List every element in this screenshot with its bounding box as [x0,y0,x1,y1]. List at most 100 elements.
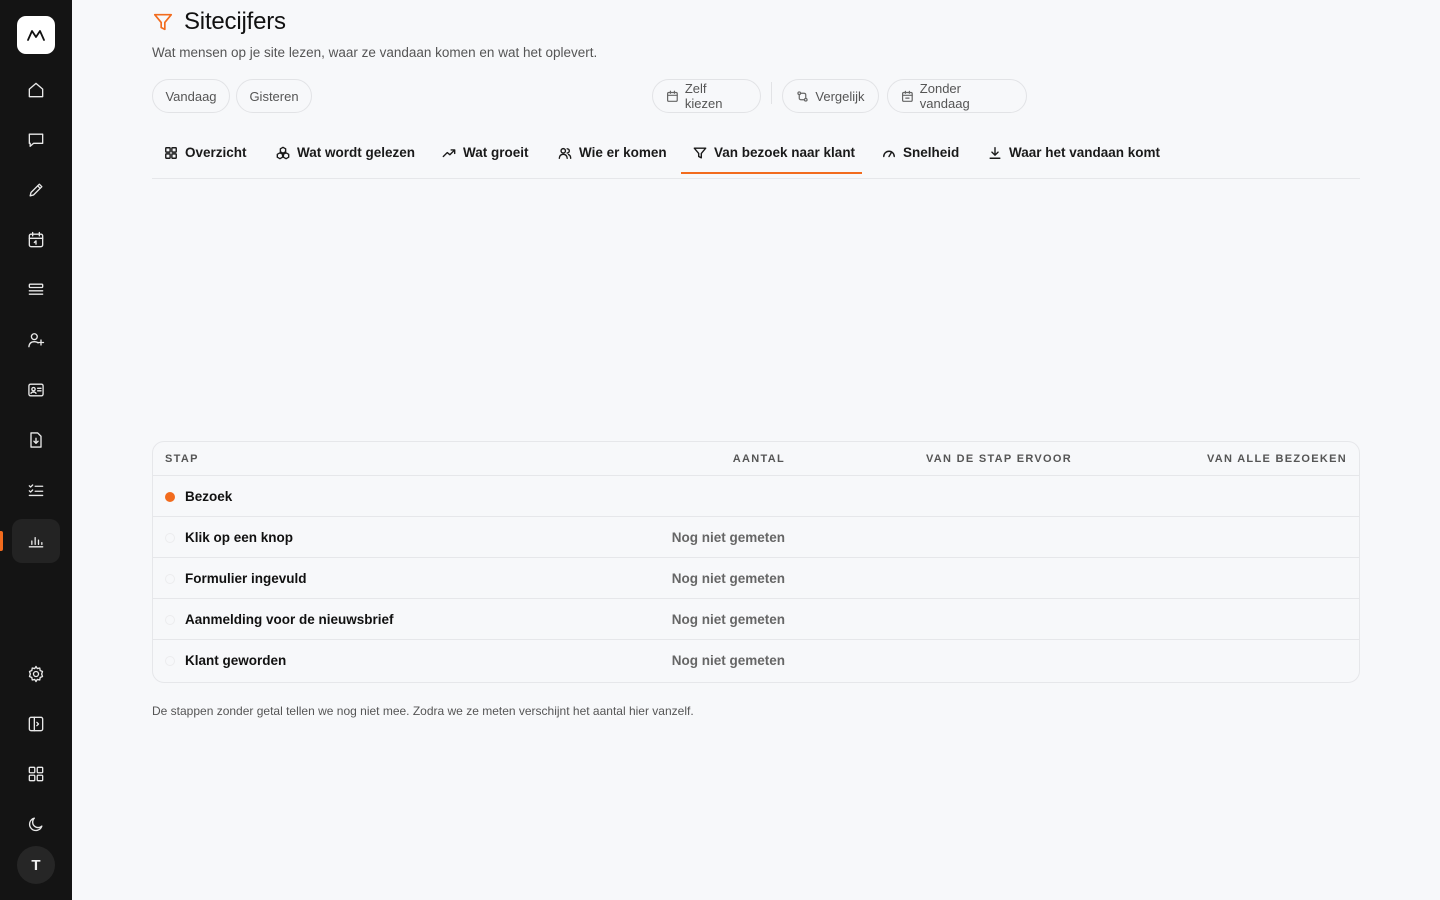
nav-downloads[interactable] [12,418,60,462]
step-indicator [165,533,175,543]
table-header: STAP AANTAL VAN DE STAP ERVOOR VAN ALLE … [153,442,1359,476]
step-label: Aanmelding voor de nieuwsbrief [185,612,394,627]
tab-label: Wie er komen [579,145,667,160]
step-count: Nog niet gemeten [671,612,785,627]
nav-messages[interactable] [12,118,60,162]
nav-content[interactable] [12,268,60,312]
step-indicator [165,574,175,584]
step-indicator [165,656,175,666]
chat-icon [28,133,44,147]
brand-m-logo-icon [27,30,45,41]
checklist-icon [28,484,44,497]
calendar-icon [28,231,44,248]
user-plus-icon [28,333,45,348]
page-subtitle: Wat mensen op je site lezen, waar ze van… [152,45,598,60]
nav-sidebar-toggle[interactable] [12,702,60,746]
filter-custom-button[interactable]: Zelf kiezen [652,79,761,113]
nav-editor[interactable] [12,168,60,212]
table-footnote: De stappen zonder getal tellen we nog ni… [152,704,694,718]
contact-card-icon [28,383,44,397]
gauge-icon [883,150,895,157]
home-icon [28,82,44,98]
nav-settings[interactable] [12,652,60,696]
column-header-from-all: VAN ALLE BEZOEKEN [1206,453,1347,465]
bar-chart-icon [28,537,44,548]
compare-button[interactable]: Vergelijk [782,79,879,113]
active-indicator [0,531,3,551]
tab-label: Wat wordt gelezen [297,145,416,160]
tab-label: Snelheid [903,145,960,160]
filter-today-label: Vandaag [165,88,217,104]
filter-divider [771,82,772,104]
column-header-count: AANTAL [732,453,785,465]
page-title: Sitecijfers [184,8,286,35]
step-count: Nog niet gemeten [671,653,785,668]
cubes-icon [276,146,290,159]
table-row: Klant geworden Nog niet gemeten [153,640,1359,681]
tab-where-from[interactable]: Waar het vandaan komt [988,130,1160,175]
file-download-icon [30,432,42,448]
tab-what-grows[interactable]: Wat groeit [442,130,529,175]
nav-analytics[interactable] [12,519,60,563]
nav-apps[interactable] [12,752,60,796]
active-tab-underline [681,172,862,174]
filter-custom-label: Zelf kiezen [684,81,723,111]
tab-who-comes[interactable]: Wie er komen [558,130,667,175]
step-count: Nog niet gemeten [671,530,785,545]
tab-speed[interactable]: Snelheid [882,130,959,175]
funnel-table: STAP AANTAL VAN DE STAP ERVOOR VAN ALLE … [152,441,1360,683]
tab-overview[interactable]: Overzicht [164,130,247,175]
nav-tasks[interactable] [12,468,60,512]
grid-icon [28,766,44,782]
step-count: Nog niet gemeten [671,571,785,586]
nav-dark-mode[interactable] [12,802,60,846]
download-icon [989,146,1001,159]
nav-contacts[interactable] [12,368,60,412]
step-label: Klant geworden [185,653,287,668]
trend-up-icon [442,148,456,157]
pencil-icon [29,183,43,197]
tab-label: Van bezoek naar klant [714,145,856,160]
filter-today-button[interactable]: Vandaag [152,79,230,113]
stack-icon [28,283,44,295]
nav-calendar[interactable] [12,218,60,262]
tab-what-is-read[interactable]: Wat wordt gelezen [276,130,415,175]
funnel-icon [153,13,173,31]
table-row: Formulier ingevuld Nog niet gemeten [153,558,1359,599]
nav-invite[interactable] [12,318,60,362]
grid-icon [165,146,177,159]
users-icon [558,147,572,159]
filter-yesterday-label: Gisteren [249,88,299,104]
exclude-today-label: Zonder vandaag [919,81,970,111]
tab-bar: Overzicht Wat wordt gelezen Wat groeit W… [152,130,1360,179]
tab-visit-to-customer[interactable]: Van bezoek naar klant [693,130,855,175]
funnel-icon [693,146,707,159]
calendar-minus-icon [901,90,913,102]
column-header-from-previous: VAN DE STAP ERVOOR [925,453,1072,465]
table-row: Aanmelding voor de nieuwsbrief Nog niet … [153,599,1359,640]
moon-icon [28,817,43,832]
column-header-step: STAP [165,453,199,465]
step-label: Klik op een knop [185,530,294,545]
tab-label: Overzicht [185,145,247,160]
avatar[interactable]: T [17,846,55,884]
tab-label: Wat groeit [463,145,529,160]
compare-label: Vergelijk [815,88,865,104]
calendar-icon [667,90,678,102]
step-label: Bezoek [185,489,233,504]
step-label: Formulier ingevuld [185,571,307,586]
filter-yesterday-button[interactable]: Gisteren [236,79,312,113]
exclude-today-button[interactable]: Zonder vandaag [887,79,1027,113]
compare-icon [797,90,809,102]
sidebar: T [0,0,72,900]
sidebar-toggle-icon [28,716,44,732]
brand-logo[interactable] [17,16,55,54]
nav-home[interactable] [12,68,60,112]
page-header: Sitecijfers [152,8,286,36]
tab-label: Waar het vandaan komt [1009,145,1161,160]
step-indicator-active [165,492,175,502]
settings-icon [28,665,44,683]
step-indicator [165,615,175,625]
table-row: Klik op een knop Nog niet gemeten [153,517,1359,558]
table-row: Bezoek [153,476,1359,517]
